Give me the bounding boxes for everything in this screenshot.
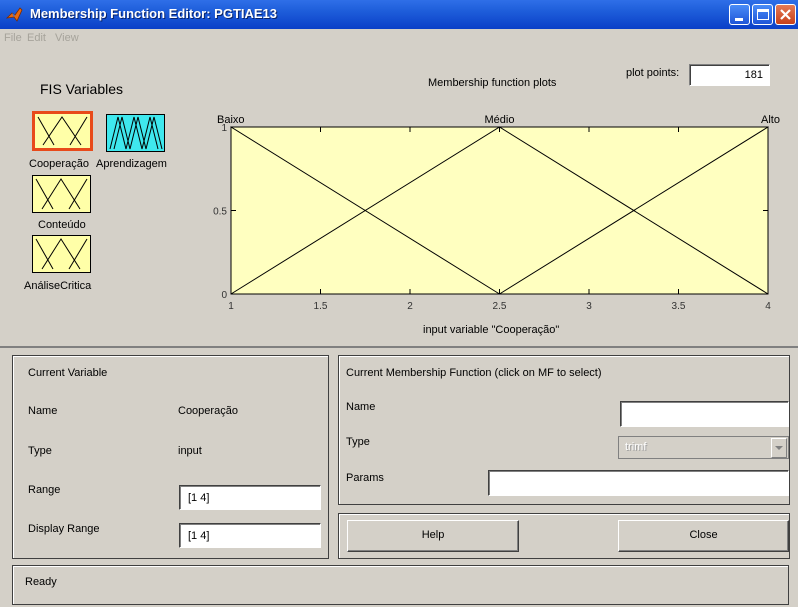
x-tick-label: 4 — [765, 301, 771, 312]
x-tick-label: 3.5 — [672, 301, 686, 312]
x-tick-label: 2 — [407, 301, 413, 312]
variable-label-cooperacao: Cooperação — [29, 158, 89, 170]
variable-name-label: Name — [28, 405, 58, 417]
variable-label-analisecritica: AnáliseCritica — [24, 280, 92, 292]
mf-label-médio: Médio — [485, 114, 515, 126]
close-window-button[interactable] — [775, 4, 796, 25]
x-tick-label: 2.5 — [493, 301, 507, 312]
variable-type-value: input — [178, 445, 202, 457]
help-button-label: Help — [421, 529, 445, 541]
x-tick-label: 3 — [586, 301, 592, 312]
mf-shape-icon — [35, 238, 88, 270]
panel-divider — [0, 346, 798, 348]
current-mf-panel: Current Membership Function (click on MF… — [338, 355, 790, 505]
plot-area — [230, 126, 769, 295]
menu-edit[interactable]: Edit — [27, 32, 46, 44]
mf-type-value: trimf — [625, 441, 647, 453]
plot-points-label: plot points: — [626, 67, 680, 79]
close-icon — [780, 9, 791, 20]
display-range-label: Display Range — [28, 523, 100, 535]
mf-name-input[interactable] — [620, 401, 789, 427]
variable-icon-aprendizagem[interactable] — [106, 114, 165, 152]
menu-bar: File Edit View — [0, 29, 798, 47]
mf-params-input[interactable] — [488, 470, 789, 496]
variable-label-aprendizagem: Aprendizagem — [96, 158, 167, 170]
mf-label-baixo: Baixo — [217, 114, 245, 126]
menu-view[interactable]: View — [55, 32, 79, 44]
minimize-icon — [735, 18, 743, 21]
display-range-input[interactable] — [179, 523, 321, 548]
menu-file[interactable]: File — [4, 32, 22, 44]
variable-icon-analisecritica[interactable] — [32, 235, 91, 273]
range-label: Range — [28, 484, 61, 496]
variable-type-label: Type — [28, 445, 52, 457]
mf-label-alto: Alto — [761, 114, 780, 126]
chevron-down-icon[interactable] — [771, 438, 787, 458]
plot-points-input[interactable] — [689, 64, 770, 86]
title-bar[interactable]: Membership Function Editor: PGTIAE13 — [0, 0, 798, 29]
plot-title: Membership function plots — [428, 77, 557, 89]
window-title: Membership Function Editor: PGTIAE13 — [30, 6, 278, 21]
current-variable-panel: Current Variable Name Cooperação Type in… — [12, 355, 329, 559]
status-bar: Ready — [12, 565, 789, 605]
current-variable-header: Current Variable — [28, 367, 108, 379]
x-tick-label: 1.5 — [314, 301, 328, 312]
minimize-button[interactable] — [729, 4, 750, 25]
mf-type-select[interactable]: trimf — [618, 436, 789, 459]
maximize-icon — [757, 9, 769, 20]
current-mf-header: Current Membership Function (click on MF… — [346, 367, 602, 379]
maximize-button[interactable] — [752, 4, 773, 25]
x-tick-label: 1 — [228, 301, 234, 312]
mf-editor-window: Membership Function Editor: PGTIAE13 Fil… — [0, 0, 798, 607]
status-text: Ready — [25, 576, 57, 588]
mf-shape-icon — [35, 178, 88, 210]
variable-name-value: Cooperação — [178, 405, 238, 417]
matlab-icon — [6, 7, 23, 22]
plot-xlabel: input variable "Cooperação" — [423, 324, 560, 336]
mf-type-label: Type — [346, 436, 370, 448]
y-tick-label: 0.5 — [213, 207, 227, 218]
mf-shape-icon — [109, 116, 163, 150]
mf-shape-icon — [37, 116, 88, 146]
mf-name-label: Name — [346, 401, 376, 413]
fis-variables-title: FIS Variables — [40, 81, 123, 97]
button-panel: Help Close — [338, 513, 790, 559]
membership-function-plot[interactable]: 00.511 1.5 2 2.5 3 3.5 4Baixo Médio Alto — [200, 95, 780, 325]
variable-icon-cooperacao[interactable] — [32, 111, 93, 151]
close-button-label: Close — [689, 529, 718, 541]
variable-label-conteudo: Conteúdo — [38, 219, 86, 231]
help-button[interactable]: Help — [347, 520, 519, 552]
close-button[interactable]: Close — [618, 520, 789, 552]
y-tick-label: 0 — [221, 290, 227, 301]
mf-params-label: Params — [346, 472, 384, 484]
range-input[interactable] — [179, 485, 321, 510]
variable-icon-conteudo[interactable] — [32, 175, 91, 213]
